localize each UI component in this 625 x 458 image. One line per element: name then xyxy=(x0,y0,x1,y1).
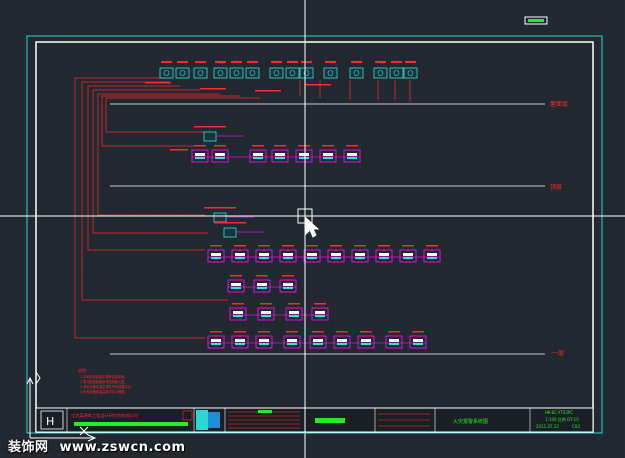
drawing-scale: 1:100 比例 DT-10 xyxy=(545,416,579,422)
detector-module xyxy=(229,303,247,321)
watermark-url: www.zswcn.com xyxy=(59,440,186,455)
controller-module xyxy=(323,61,338,79)
detector-module xyxy=(319,145,337,163)
title-block: H 江苏某建筑工程设计研究院有限公司 火灾报警系统图 HK-EC-YT03PC … xyxy=(35,407,594,433)
detector-module xyxy=(295,145,313,163)
cad-drawing-viewport[interactable]: 屋面层 顶层 一层 说明: 1.本系统采用集中报警控制系统。 2.联动控制线路采… xyxy=(0,0,625,458)
inner-frame xyxy=(35,41,594,433)
notes-line-4: 4.所有设备安装高度详见平面图。 xyxy=(80,389,128,394)
floor-label-upper: 顶层 xyxy=(550,184,562,191)
controller-module xyxy=(373,61,388,79)
controller-module xyxy=(403,61,418,79)
drawing-sheet: C03 xyxy=(572,424,580,429)
detector-module xyxy=(311,303,329,321)
detector-module xyxy=(309,331,327,349)
control-panel xyxy=(194,126,244,142)
notes-line-2: 2.联动控制线路采用阻燃耐火型。 xyxy=(80,379,128,384)
detector-module xyxy=(343,145,361,163)
device-chain xyxy=(229,303,329,321)
device-chain xyxy=(227,275,297,293)
detector-module xyxy=(285,303,303,321)
detector-module xyxy=(257,303,275,321)
detector-module xyxy=(333,331,351,349)
controller-module xyxy=(245,61,260,79)
drawing-date: 2011.07.22 xyxy=(536,424,559,429)
controller-module xyxy=(193,61,208,79)
drawing-name: 火灾报警系统图 xyxy=(453,418,488,425)
detector-module xyxy=(357,331,375,349)
detector-module xyxy=(385,331,403,349)
detector-module xyxy=(283,331,301,349)
detector-module xyxy=(271,145,289,163)
device-chain xyxy=(170,145,361,163)
floor-label-roof: 屋面层 xyxy=(550,101,568,108)
svg-text:H: H xyxy=(46,415,54,428)
legend-box-fill xyxy=(528,19,544,22)
notes-line-3: 3.消防设备电源由消防专用回路引出。 xyxy=(80,384,134,389)
notes-title: 说明: xyxy=(78,367,87,373)
controller-module xyxy=(349,61,364,79)
drawing-number: HK-EC-YT03PC xyxy=(545,410,573,415)
watermark-brand: 装饰网 xyxy=(8,440,49,455)
controller-module xyxy=(175,61,190,79)
site-watermark: 装饰网 www.zswcn.com xyxy=(8,436,186,455)
control-panel xyxy=(214,222,264,238)
detector-module xyxy=(253,275,271,293)
detector-module xyxy=(249,145,267,163)
detector-module xyxy=(409,331,427,349)
detector-module xyxy=(191,145,209,163)
device-chain xyxy=(207,245,441,263)
control-panel xyxy=(204,207,254,223)
company-name: 江苏某建筑工程设计研究院有限公司 xyxy=(71,412,138,419)
detector-module xyxy=(227,275,245,293)
controller-module xyxy=(269,61,284,79)
notes-line-1: 1.本系统采用集中报警控制系统。 xyxy=(80,374,128,379)
detector-module xyxy=(211,145,229,163)
controller-module xyxy=(299,61,314,79)
notes-block: 说明: 1.本系统采用集中报警控制系统。 2.联动控制线路采用阻燃耐火型。 3.… xyxy=(78,367,134,394)
floor-label-first: 一层 xyxy=(552,350,564,357)
device-chain xyxy=(207,331,427,349)
controller-module xyxy=(389,61,404,79)
controller-module xyxy=(159,61,174,79)
controller-module xyxy=(229,61,244,79)
